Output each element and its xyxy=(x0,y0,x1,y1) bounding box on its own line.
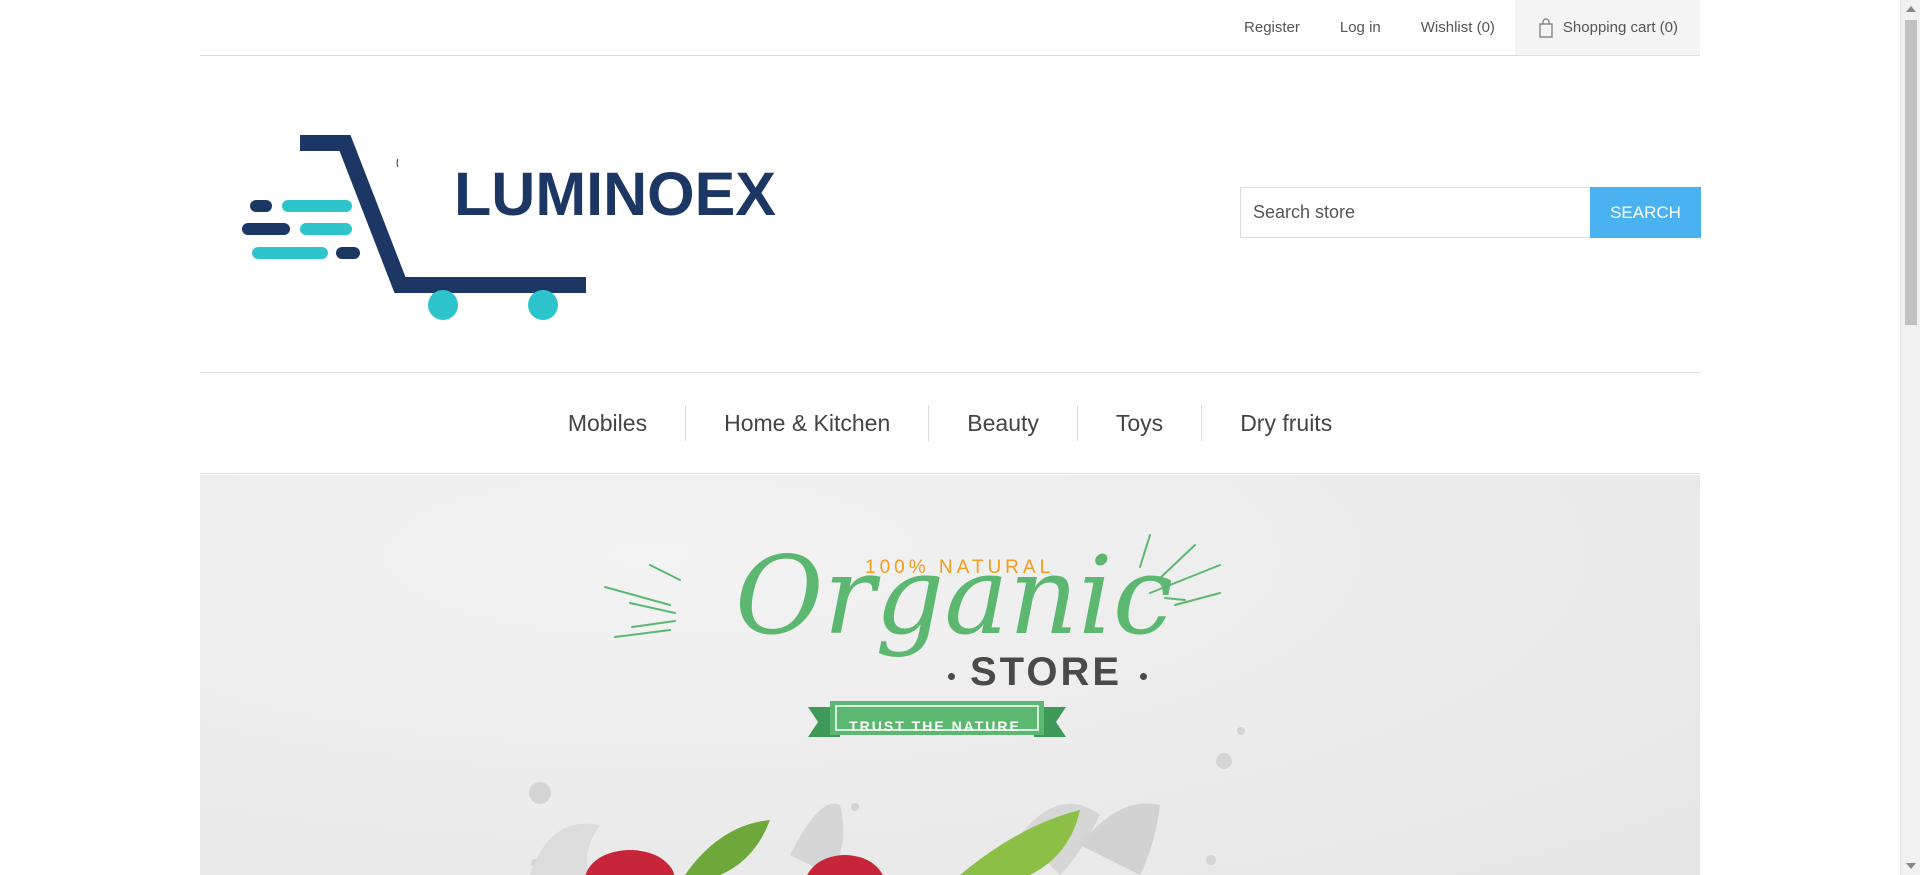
search-box: SEARCH xyxy=(1240,187,1701,238)
login-link[interactable]: Log in xyxy=(1320,0,1401,55)
shopping-bag-icon xyxy=(1539,17,1553,38)
banner-ribbon-text: TRUST THE NATURE xyxy=(849,718,1021,734)
category-menu-list: Mobiles Home & Kitchen Beauty Toys Dry f… xyxy=(200,373,1700,473)
store-logo[interactable]: LUMINOEX xyxy=(240,135,776,325)
banner-dot-left xyxy=(948,673,955,680)
scroll-up-arrow-icon[interactable] xyxy=(1906,6,1916,12)
header-links: Register Log in Wishlist (0) Shopping ca… xyxy=(200,0,1700,56)
header-links-list: Register Log in Wishlist (0) Shopping ca… xyxy=(1224,0,1700,55)
menu-item-home-kitchen[interactable]: Home & Kitchen xyxy=(686,405,930,441)
hero-banner[interactable]: 100% NATURAL Organic STORE TRUST THE NAT… xyxy=(200,475,1700,875)
menu-item-toys[interactable]: Toys xyxy=(1078,405,1203,441)
scroll-down-arrow-icon[interactable] xyxy=(1906,863,1916,869)
scrollbar-thumb[interactable] xyxy=(1905,20,1917,325)
banner-title: Organic xyxy=(735,534,1174,659)
page-scrollbar[interactable] xyxy=(1900,0,1920,875)
menu-item-dry-fruits[interactable]: Dry fruits xyxy=(1202,405,1370,441)
shopping-cart-link[interactable]: Shopping cart (0) xyxy=(1514,0,1700,55)
search-input[interactable] xyxy=(1240,187,1590,238)
register-link[interactable]: Register xyxy=(1224,0,1320,55)
search-button[interactable]: SEARCH xyxy=(1590,187,1701,238)
category-menu: Mobiles Home & Kitchen Beauty Toys Dry f… xyxy=(200,372,1700,474)
shopping-cart-label: Shopping cart (0) xyxy=(1562,19,1678,36)
wishlist-link[interactable]: Wishlist (0) xyxy=(1401,0,1515,55)
menu-item-mobiles[interactable]: Mobiles xyxy=(530,405,687,441)
banner-subtitle: STORE xyxy=(970,650,1123,694)
banner-dot-right xyxy=(1140,673,1147,680)
logo-text: LUMINOEX xyxy=(454,160,776,228)
menu-item-beauty[interactable]: Beauty xyxy=(929,405,1078,441)
